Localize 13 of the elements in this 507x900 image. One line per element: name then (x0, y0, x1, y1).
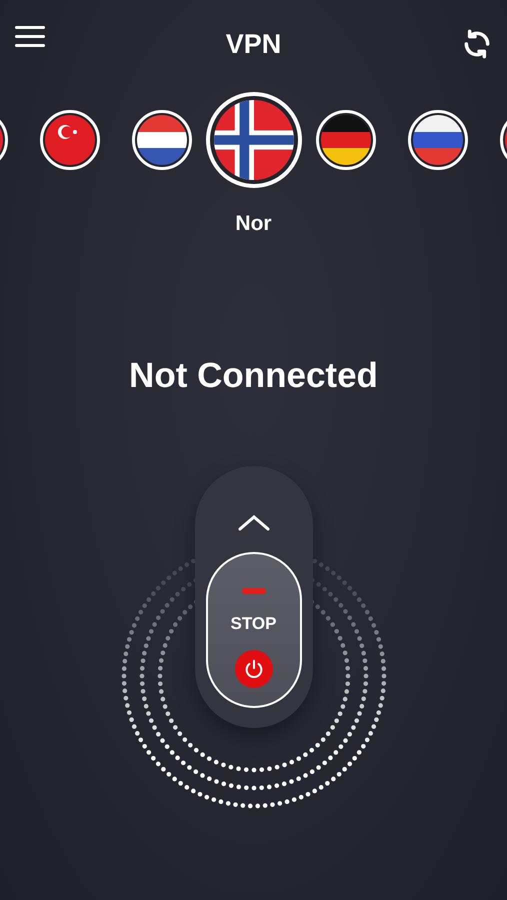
chevron-up-icon (236, 514, 270, 532)
status-dash-icon (242, 588, 266, 594)
power-icon (234, 650, 272, 688)
flag-icon (136, 115, 186, 165)
flag-icon (44, 115, 94, 165)
flag-icon (320, 115, 370, 165)
menu-icon (15, 26, 45, 48)
flag-icon (214, 100, 294, 180)
stop-button[interactable]: STOP (206, 552, 302, 708)
flag-icon (412, 115, 462, 165)
app-title: VPN (226, 28, 282, 60)
connection-status: Not Connected (129, 356, 378, 396)
country-name: Nor (235, 212, 272, 236)
